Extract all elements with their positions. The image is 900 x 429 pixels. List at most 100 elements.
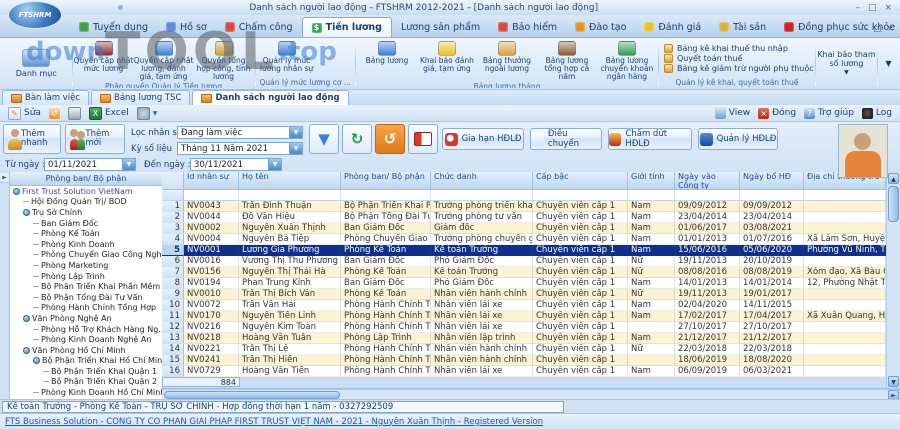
vertical-scrollbar[interactable]: ▲▼: [886, 172, 900, 388]
filter-cell-6[interactable]: [628, 190, 675, 201]
footer-link[interactable]: FTS Business Solution - CÔNG TY CỔ PHẦN …: [5, 417, 543, 427]
employee-row-14[interactable]: 14NV0221Trần Thị LệPhòng Hành Chính Tổng…: [162, 344, 900, 355]
tree-item-8[interactable]: Phòng Marketing: [10, 260, 162, 271]
toolbar-trợ-giúp-button[interactable]: ?Trợ giúp: [800, 108, 858, 119]
den-ngay-field[interactable]: 30/11/2021 ▼: [190, 158, 282, 171]
tree-item-1[interactable]: First Trust Solution VietNam: [10, 186, 162, 197]
ribbon-tab-4[interactable]: $Tiền lương: [302, 17, 392, 37]
tree-item-13[interactable]: Văn Phòng Nghệ An: [10, 313, 162, 324]
filter-cell-8[interactable]: [740, 190, 804, 201]
employee-row-4[interactable]: 4NV0004Nguyễn Bá TiệpPhòng Chuyển Giao C…: [162, 234, 900, 245]
employee-row-15[interactable]: 15NV0241Trần Thị HiềnPhòng Hành Chính Tổ…: [162, 355, 900, 366]
tree-item-15[interactable]: Phòng Kinh Doanh Nghệ An: [10, 334, 162, 345]
tree-item-10[interactable]: Bộ Phận Triển Khai Phần Mềm: [10, 281, 162, 292]
close-icon[interactable]: ×: [884, 3, 892, 13]
ribbon-button-g1-2[interactable]: Quyền cập nhật lương, đánh giá, tạm ứng: [134, 39, 194, 81]
chevron-down-icon[interactable]: ▼: [289, 143, 302, 154]
sua-button[interactable]: ✎ Sửa: [4, 107, 45, 120]
excel-export-button[interactable]: X Excel: [85, 107, 133, 120]
column-header-4[interactable]: Chức danh: [431, 172, 533, 190]
ribbon-tab-7[interactable]: Đào tạo: [566, 17, 635, 37]
column-header-6[interactable]: Giới tính: [628, 172, 675, 190]
ribbon-button-g3-5[interactable]: Bảng lương chuyển khoản ngân hàng: [597, 39, 657, 81]
collapse-arrow-icon[interactable]: ►: [0, 173, 9, 183]
tree-item-11[interactable]: Bộ Phận Tổng Đài Tư Vấn: [10, 292, 162, 303]
tree-item-16[interactable]: Văn Phòng Hồ Chí Minh: [10, 345, 162, 356]
badge-button[interactable]: [408, 124, 438, 154]
column-header-2[interactable]: Họ tên: [239, 172, 341, 190]
history-button[interactable]: ↺: [375, 124, 405, 154]
tax-menu-item-2[interactable]: Quyết toán thuế: [664, 54, 814, 63]
ky-so-lieu-combo[interactable]: Tháng 11 Năm 2021 ▼: [177, 142, 303, 155]
employee-row-12[interactable]: 12NV0216Nguyễn Kim ToànPhòng Hành Chính …: [162, 322, 900, 333]
quick-access-dot[interactable]: [118, 5, 123, 10]
ribbon-button-g1-1[interactable]: Quyền cập nhật mức lương: [74, 39, 134, 81]
employee-row-16[interactable]: 16NV0729Hoàng Văn TiếnPhòng Hành Chính T…: [162, 366, 900, 377]
filter-cell-4[interactable]: [431, 190, 533, 201]
employee-row-5[interactable]: 5NV0001Lương Gia PhươngPhòng Kế ToánKế t…: [162, 245, 900, 256]
chevron-down-icon[interactable]: ▼: [289, 127, 302, 138]
ribbon-tab-8[interactable]: Đánh giá: [635, 17, 710, 37]
panel-collapse-strip[interactable]: ►: [0, 172, 10, 399]
mdi-restore-icon[interactable]: □: [874, 24, 882, 33]
employee-row-6[interactable]: 6NV0016Vương Thị Thu PhươngBan Giám ĐốcP…: [162, 256, 900, 267]
employee-row-11[interactable]: 11NV0170Nguyễn Tiến LinhPhòng Hành Chính…: [162, 311, 900, 322]
vertical-scroll-thumb[interactable]: [888, 186, 899, 222]
employee-row-2[interactable]: 2NV0044Đỗ Văn HiệuBộ Phận Tổng Đài Tư Vấ…: [162, 212, 900, 223]
column-header-1[interactable]: Id nhân sự: [184, 172, 239, 190]
tree-item-17[interactable]: Bộ Phận Triển Khai Hồ Chí Minh: [10, 356, 162, 367]
tax-menu-item-3[interactable]: Bảng kê giảm trừ người phụ thuộc: [664, 64, 814, 73]
filter-funnel-button[interactable]: ▼: [309, 124, 339, 154]
toolbar-đóng-button[interactable]: ×Đóng: [754, 108, 800, 119]
column-header-7[interactable]: Ngày vào Công ty: [675, 172, 740, 190]
employee-row-7[interactable]: 7NV0156Nguyễn Thị Thái HàPhòng Kế ToánKế…: [162, 267, 900, 278]
column-header-3[interactable]: Phòng ban/ Bộ phận: [341, 172, 431, 190]
filter-cell-9[interactable]: [804, 190, 886, 201]
column-header-5[interactable]: Cấp bậc: [533, 172, 628, 190]
print-button[interactable]: [64, 107, 85, 120]
tree-item-3[interactable]: Trụ Sở Chính: [10, 207, 162, 218]
them-nhanh-button[interactable]: Thêm nhanh: [3, 124, 61, 154]
ribbon-tab-5[interactable]: Lương sản phẩm: [392, 17, 489, 37]
tree-item-5[interactable]: Phòng Kế Toán: [10, 228, 162, 239]
toolbar-view-button[interactable]: View: [711, 108, 754, 119]
khai-bao-tham-so-luong-button[interactable]: Khai báo tham số lương ▼: [817, 39, 876, 88]
mdi-close-icon[interactable]: ×: [887, 24, 894, 33]
ribbon-button-g2-1[interactable]: Quản lý mức lương nhân sự: [257, 39, 317, 77]
them-moi-button[interactable]: Thêm mới: [65, 124, 125, 154]
filter-cell-1[interactable]: [184, 190, 239, 201]
employee-row-9[interactable]: 9NV0010Trần Thị Bích VânPhòng Kế ToánNhâ…: [162, 289, 900, 300]
loc-nhan-su-combo[interactable]: Đang làm việc ▼: [177, 126, 303, 139]
mdi-minimize-icon[interactable]: –: [864, 24, 868, 33]
quan-ly-hdld-button[interactable]: Quản lý HĐLĐ: [698, 128, 778, 150]
tree-item-19[interactable]: Bộ Phận Triển Khai Quận 2: [10, 377, 162, 388]
ribbon-button-g3-1[interactable]: Bảng lương: [357, 39, 417, 81]
calendar-dropdown-icon[interactable]: ▼: [268, 159, 281, 170]
danh-muc-button[interactable]: Danh mục: [2, 39, 71, 88]
ribbon-tab-2[interactable]: Hồ sơ: [157, 17, 216, 37]
employee-row-1[interactable]: 1NV0043Trần Đình ThuậnBộ Phận Triển Khai…: [162, 201, 900, 212]
tree-item-12[interactable]: Phòng Hành Chính Tổng Hợp: [10, 303, 162, 314]
tax-menu-item-1[interactable]: Bảng kê khai thuế thu nhập: [664, 44, 814, 53]
undo-button[interactable]: ↺: [45, 108, 64, 119]
scroll-up-icon[interactable]: ▲: [888, 173, 899, 184]
horizontal-scroll-thumb[interactable]: [164, 391, 340, 399]
filter-cell-2[interactable]: [239, 190, 341, 201]
tu-ngay-field[interactable]: 01/11/2021 ▼: [44, 158, 136, 171]
ribbon-tab-6[interactable]: Bảo hiểm: [489, 17, 566, 37]
refresh-button[interactable]: ↻: [342, 124, 372, 154]
filter-cell-7[interactable]: [675, 190, 740, 201]
employee-row-13[interactable]: 13NV0218Hoàng Văn TuấnPhòng Lập TrìnhNhâ…: [162, 333, 900, 344]
settings-dropdown-button[interactable]: ▼: [133, 107, 162, 120]
document-tab-2[interactable]: Bảng lương TSC: [91, 90, 190, 105]
ribbon-button-g3-3[interactable]: Bảng thưởng ngoài lương: [477, 39, 537, 81]
ribbon-tab-9[interactable]: Tài sản: [710, 17, 775, 37]
column-header-8[interactable]: Ngày bổ HĐ: [740, 172, 804, 190]
tree-item-14[interactable]: Phòng Hỗ Trợ Khách Hàng Ng...: [10, 324, 162, 335]
tree-item-7[interactable]: Phòng Chuyển Giao Công Nghệ: [10, 250, 162, 261]
gia-han-hdld-button[interactable]: Gia hạn HĐLĐ: [442, 128, 524, 150]
tree-item-4[interactable]: Ban Giám Đốc: [10, 218, 162, 229]
employee-row-10[interactable]: 10NV0072Trần Văn HảiPhòng Hành Chính Tổn…: [162, 300, 900, 311]
ribbon-tab-3[interactable]: Chấm công: [216, 17, 302, 37]
employee-row-8[interactable]: 8NV0194Phan Trung KínhBan Giám ĐốcPhó Gi…: [162, 278, 900, 289]
